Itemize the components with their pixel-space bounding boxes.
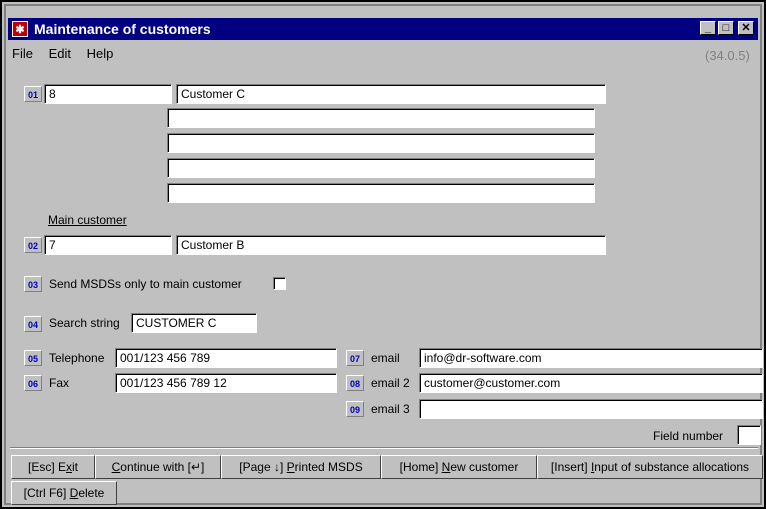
delete-button[interactable]: [Ctrl F6] Delete <box>11 481 117 505</box>
close-button[interactable]: ✕ <box>738 21 754 35</box>
printed-msds-button[interactable]: [Page ↓] Printed MSDS <box>221 455 381 479</box>
menu-edit[interactable]: Edit <box>49 46 71 61</box>
email-2-label: email 2 <box>371 376 410 390</box>
maximize-button[interactable]: □ <box>718 21 734 35</box>
send-msds-checkbox[interactable] <box>273 277 286 290</box>
window-title: Maintenance of customers <box>34 21 211 37</box>
field-number-03[interactable]: 03 <box>24 276 42 292</box>
app-icon[interactable]: ✱ <box>12 21 28 37</box>
field-number-09[interactable]: 09 <box>346 401 364 417</box>
continue-accel: C <box>111 460 121 474</box>
field-number-05[interactable]: 05 <box>24 350 42 366</box>
customer-id-input[interactable]: 8 <box>44 84 172 104</box>
delete-suffix: elete <box>78 486 105 500</box>
input-substance-allocations-button[interactable]: [Insert] Input of substance allocations <box>537 455 763 479</box>
telephone-input[interactable]: 001/123 456 789 <box>115 348 337 368</box>
field-number-07[interactable]: 07 <box>346 350 364 366</box>
field-number-04[interactable]: 04 <box>24 316 42 332</box>
printed-accel: P <box>286 460 295 474</box>
field-number-06[interactable]: 06 <box>24 375 42 391</box>
main-customer-label: Main customer <box>48 213 127 227</box>
field-number-08[interactable]: 08 <box>346 375 364 391</box>
fax-label: Fax <box>49 376 70 390</box>
printed-suffix: rinted MSDS <box>294 460 363 474</box>
exit-suffix: it <box>72 460 78 474</box>
send-msds-label: Send MSDSs only to main customer <box>49 277 242 291</box>
exit-button[interactable]: [Esc] Exit <box>11 455 95 479</box>
customer-name-line-4[interactable] <box>167 158 595 178</box>
new-customer-prefix: [Home] <box>399 460 442 474</box>
minimize-button[interactable]: _ <box>700 21 716 35</box>
email-2-input[interactable]: customer@customer.com <box>419 373 763 393</box>
new-customer-button[interactable]: [Home] New customer <box>381 455 537 479</box>
new-customer-suffix: ew customer <box>450 460 519 474</box>
version-label: (34.0.5) <box>705 48 750 63</box>
field-number-label: Field number <box>653 429 724 443</box>
printed-prefix: [Page ↓] <box>239 460 287 474</box>
menu-bar: File Edit Help <box>12 44 125 64</box>
customer-name-input[interactable]: Customer C <box>176 84 606 104</box>
main-customer-name-input[interactable]: Customer B <box>176 235 606 255</box>
main-customer-id-input[interactable]: 7 <box>44 235 172 255</box>
button-separator <box>10 447 758 449</box>
menu-help[interactable]: Help <box>87 46 114 61</box>
email-label: email <box>371 351 400 365</box>
fax-input[interactable]: 001/123 456 789 12 <box>115 373 337 393</box>
continue-button[interactable]: Continue with [↵] <box>95 455 221 479</box>
email-3-label: email 3 <box>371 402 410 416</box>
customer-name-line-2[interactable] <box>167 108 595 128</box>
email-3-input[interactable] <box>419 399 763 419</box>
title-bar: ✱ Maintenance of customers _ □ ✕ <box>8 18 758 40</box>
continue-suffix: ontinue with [↵] <box>120 460 205 474</box>
field-number-01[interactable]: 01 <box>24 86 42 102</box>
field-number-input[interactable] <box>737 425 761 445</box>
exit-prefix: [Esc] E <box>27 460 66 474</box>
search-string-label: Search string <box>49 316 120 330</box>
customer-name-line-3[interactable] <box>167 133 595 153</box>
telephone-label: Telephone <box>49 351 105 365</box>
field-number-02[interactable]: 02 <box>24 237 42 253</box>
input-alloc-prefix: [Insert] <box>550 460 591 474</box>
menu-file[interactable]: File <box>12 46 33 61</box>
delete-prefix: [Ctrl F6] <box>23 486 70 500</box>
input-alloc-suffix: nput of substance allocations <box>594 460 750 474</box>
search-string-input[interactable]: CUSTOMER C <box>131 313 257 333</box>
email-input[interactable]: info@dr-software.com <box>419 348 763 368</box>
customer-name-line-5[interactable] <box>167 183 595 203</box>
